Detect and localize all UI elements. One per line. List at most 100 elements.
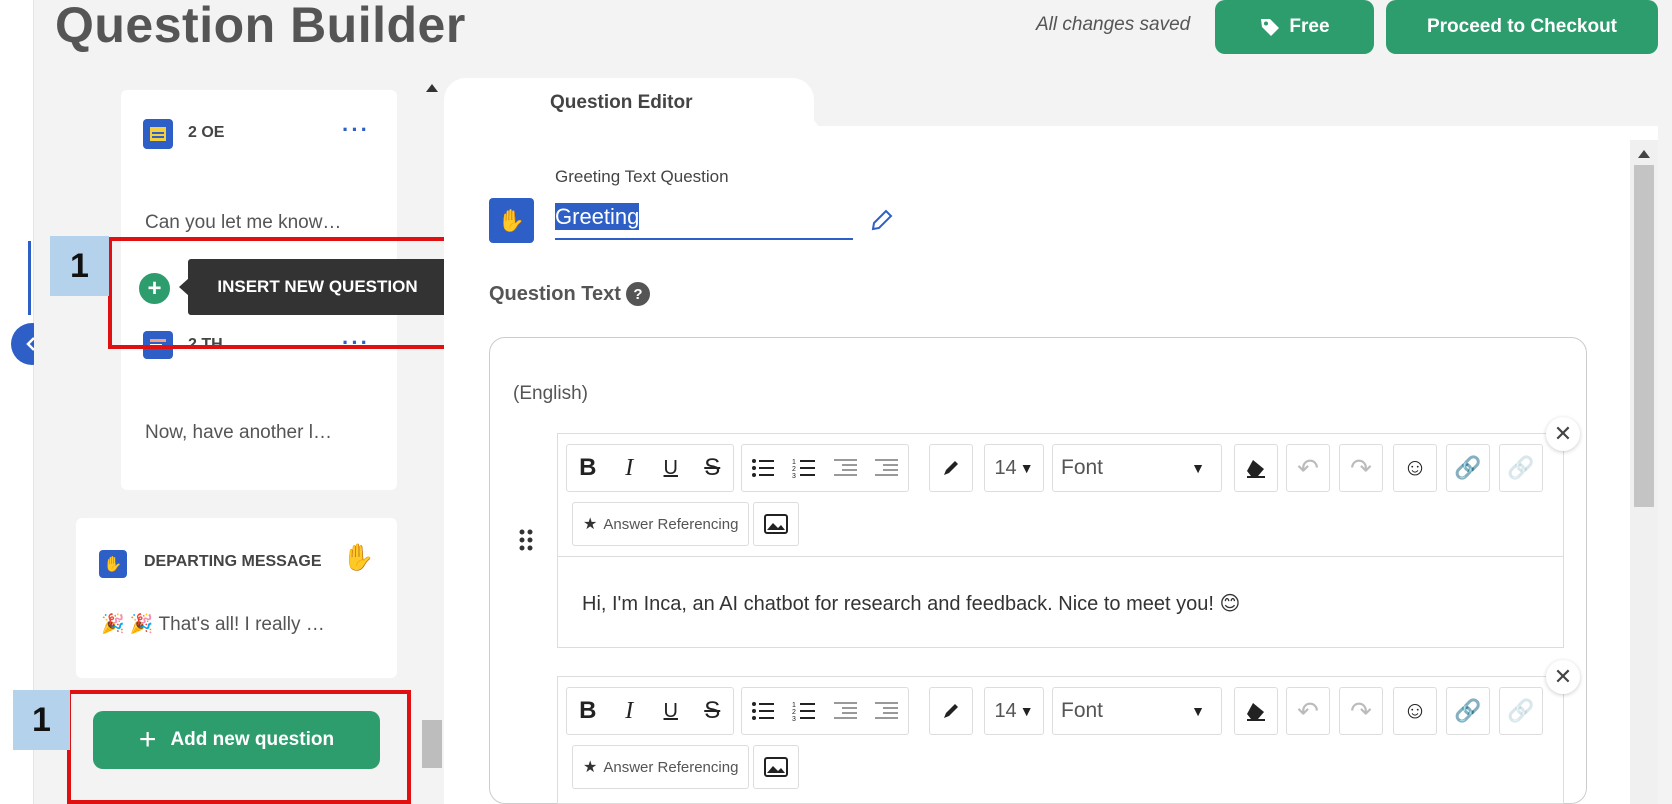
image-icon [764, 757, 788, 777]
more-options-icon[interactable]: ··· [342, 117, 370, 143]
text-color-button[interactable] [929, 444, 973, 492]
font-family-select[interactable]: Font ▼ [1052, 687, 1222, 735]
link-button[interactable]: 🔗 [1446, 687, 1490, 735]
clear-format-button[interactable] [1234, 444, 1278, 492]
link-button[interactable]: 🔗 [1446, 444, 1490, 492]
eraser-icon [1235, 688, 1277, 734]
svg-text:1: 1 [792, 702, 796, 709]
question-text-label: Question Text [489, 283, 621, 305]
bullet-list-icon[interactable] [742, 445, 784, 491]
dropdown-caret-icon: ▼ [1191, 460, 1205, 476]
svg-text:3: 3 [792, 716, 796, 721]
tab-question-editor[interactable]: Question Editor [444, 78, 814, 128]
font-size-select[interactable]: 14 ▼ [984, 444, 1044, 492]
dropdown-caret-icon: ▼ [1019, 460, 1034, 476]
link-icon: 🔗 [1454, 698, 1482, 723]
emoji-button[interactable]: ☺ [1393, 687, 1437, 735]
remove-message-button[interactable]: ✕ [1546, 660, 1580, 694]
redo-icon: ↷ [1350, 695, 1372, 726]
editor-scroll-up-icon[interactable] [1638, 150, 1650, 158]
question-name-value: Greeting [555, 203, 640, 230]
underline-icon[interactable]: U [650, 445, 692, 491]
question-type-label: Greeting Text Question [555, 167, 729, 186]
italic-icon[interactable]: I [609, 688, 651, 734]
font-size-value: 14 [994, 456, 1017, 479]
unlink-button[interactable]: 🔗 [1499, 687, 1543, 735]
italic-icon[interactable]: I [609, 445, 651, 491]
annotation-highlight [108, 237, 453, 349]
svg-text:3: 3 [792, 473, 796, 478]
insert-image-button[interactable] [753, 502, 799, 546]
emoji-icon: ☺ [1402, 697, 1428, 724]
outdent-icon[interactable] [867, 445, 909, 491]
undo-button[interactable]: ↶ [1286, 687, 1330, 735]
bold-icon[interactable]: B [567, 445, 609, 491]
answer-referencing-label: Answer Referencing [603, 515, 739, 533]
annotation-highlight [67, 690, 411, 804]
unlink-icon: 🔗 [1507, 455, 1535, 480]
underline-icon[interactable]: U [650, 688, 692, 734]
drag-handle-icon[interactable] [518, 528, 534, 559]
active-indicator [28, 241, 31, 315]
undo-button[interactable]: ↶ [1286, 444, 1330, 492]
unlink-button[interactable]: 🔗 [1499, 444, 1543, 492]
free-label: Free [1289, 16, 1330, 37]
edit-pencil-icon[interactable] [869, 207, 895, 238]
editor-toolbar: B I U S 123 14 ▼ Font ▼ ↶ ↷ ☺ 🔗 🔗 [566, 687, 1556, 739]
redo-button[interactable]: ↷ [1339, 444, 1383, 492]
tab-slant [780, 78, 820, 128]
emoji-icon: ☺ [1402, 454, 1428, 481]
list-scroll-up-icon[interactable] [426, 84, 438, 92]
indent-icon[interactable] [825, 688, 867, 734]
undo-icon: ↶ [1297, 695, 1319, 726]
star-icon: ★ [583, 759, 598, 776]
language-label: (English) [513, 383, 588, 404]
pen-icon [930, 688, 972, 734]
font-family-select[interactable]: Font ▼ [1052, 444, 1222, 492]
question-preview[interactable]: Can you let me know… [145, 212, 341, 234]
indent-icon[interactable] [825, 445, 867, 491]
font-family-value: Font [1061, 456, 1104, 479]
editor-toolbar: B I U S 123 14 ▼ Font ▼ ↶ ↷ ☺ 🔗 🔗 [566, 444, 1556, 496]
message-text[interactable]: Hi, I'm Inca, an AI chatbot for research… [558, 556, 1563, 648]
clear-format-button[interactable] [1234, 687, 1278, 735]
remove-message-button[interactable]: ✕ [1546, 417, 1580, 451]
numbered-list-icon[interactable]: 123 [784, 445, 826, 491]
list-scrollbar-thumb[interactable] [422, 720, 442, 768]
outdent-icon[interactable] [867, 688, 909, 734]
insert-image-button[interactable] [753, 745, 799, 789]
question-preview[interactable]: Now, have another l… [145, 422, 332, 444]
list-group: 123 [741, 687, 909, 735]
format-group: B I U S [566, 444, 734, 492]
bullet-list-icon[interactable] [742, 688, 784, 734]
unlink-icon: 🔗 [1507, 698, 1535, 723]
annotation-step-badge: 1 [50, 236, 109, 296]
question-code: 2 OE [188, 124, 225, 141]
editor-scrollbar-thumb[interactable] [1634, 165, 1654, 507]
proceed-to-checkout-button[interactable]: Proceed to Checkout [1386, 0, 1658, 54]
departing-message-label: DEPARTING MESSAGE [144, 553, 322, 570]
pen-icon [930, 445, 972, 491]
font-size-value: 14 [994, 699, 1017, 722]
strikethrough-icon[interactable]: S [692, 445, 734, 491]
bold-icon[interactable]: B [567, 688, 609, 734]
answer-referencing-button[interactable]: ★ Answer Referencing [572, 745, 750, 789]
save-status: All changes saved [1036, 14, 1191, 35]
question-name-input[interactable]: Greeting [555, 203, 853, 240]
left-gutter [0, 0, 34, 804]
eraser-icon [1235, 445, 1277, 491]
tag-icon [1261, 19, 1280, 36]
svg-text:2: 2 [792, 466, 796, 473]
svg-text:1: 1 [792, 459, 796, 466]
emoji-button[interactable]: ☺ [1393, 444, 1437, 492]
text-color-button[interactable] [929, 687, 973, 735]
rich-text-editor: B I U S 123 14 ▼ Font ▼ ↶ ↷ ☺ 🔗 🔗 ★ Answer… [557, 433, 1564, 648]
free-button[interactable]: Free [1215, 0, 1374, 54]
font-size-select[interactable]: 14 ▼ [984, 687, 1044, 735]
redo-button[interactable]: ↷ [1339, 687, 1383, 735]
greeting-icon: ✋ [489, 198, 534, 243]
answer-referencing-button[interactable]: ★ Answer Referencing [572, 502, 750, 546]
help-icon[interactable]: ? [626, 282, 650, 306]
strikethrough-icon[interactable]: S [692, 688, 734, 734]
numbered-list-icon[interactable]: 123 [784, 688, 826, 734]
